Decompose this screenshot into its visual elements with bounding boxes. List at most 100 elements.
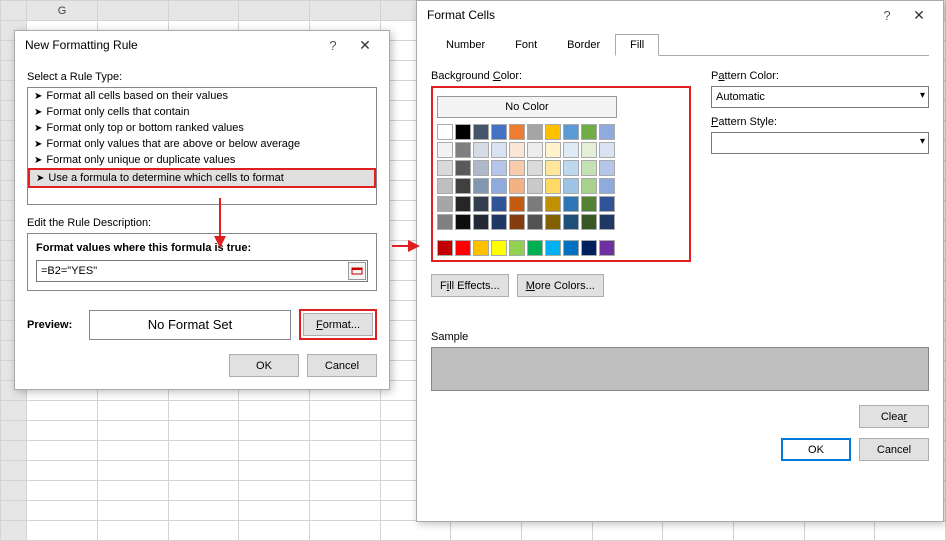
tab-number[interactable]: Number: [431, 34, 500, 56]
color-swatch[interactable]: [473, 142, 489, 158]
color-swatch[interactable]: [545, 240, 561, 256]
color-swatch[interactable]: [455, 124, 471, 140]
color-swatch[interactable]: [473, 240, 489, 256]
color-swatch[interactable]: [437, 160, 453, 176]
color-swatch[interactable]: [563, 160, 579, 176]
tab-border[interactable]: Border: [552, 34, 615, 56]
color-swatch[interactable]: [509, 214, 525, 230]
color-swatch[interactable]: [473, 196, 489, 212]
color-swatch[interactable]: [491, 124, 507, 140]
color-swatch[interactable]: [491, 196, 507, 212]
rule-type-item[interactable]: ➤Format only cells that contain: [28, 104, 376, 120]
color-swatch[interactable]: [563, 124, 579, 140]
color-swatch[interactable]: [599, 124, 615, 140]
format-button[interactable]: Format...: [303, 313, 373, 336]
color-swatch[interactable]: [455, 178, 471, 194]
color-swatch[interactable]: [509, 142, 525, 158]
color-swatch[interactable]: [581, 160, 597, 176]
pattern-color-select[interactable]: [711, 86, 929, 108]
color-swatch[interactable]: [455, 214, 471, 230]
rule-type-item[interactable]: ➤Format all cells based on their values: [28, 88, 376, 104]
rule-type-item[interactable]: ➤Format only unique or duplicate values: [28, 152, 376, 168]
color-swatch[interactable]: [563, 142, 579, 158]
help-button[interactable]: ?: [319, 38, 347, 53]
fill-effects-button[interactable]: Fill Effects...: [431, 274, 509, 297]
clear-button[interactable]: Clear: [859, 405, 929, 428]
color-swatch[interactable]: [527, 178, 543, 194]
color-swatch[interactable]: [599, 160, 615, 176]
cancel-button[interactable]: Cancel: [307, 354, 377, 377]
color-swatch[interactable]: [581, 124, 597, 140]
more-colors-button[interactable]: More Colors...: [517, 274, 604, 297]
color-swatch[interactable]: [527, 196, 543, 212]
rule-type-list[interactable]: ➤Format all cells based on their values …: [27, 87, 377, 205]
formula-input[interactable]: [36, 260, 368, 282]
color-swatch[interactable]: [599, 142, 615, 158]
color-swatch[interactable]: [599, 196, 615, 212]
color-swatch[interactable]: [491, 214, 507, 230]
color-swatch[interactable]: [545, 124, 561, 140]
color-swatch[interactable]: [455, 240, 471, 256]
color-swatch[interactable]: [563, 240, 579, 256]
color-swatch[interactable]: [509, 124, 525, 140]
color-swatch[interactable]: [581, 240, 597, 256]
color-swatch[interactable]: [437, 214, 453, 230]
ok-button[interactable]: OK: [229, 354, 299, 377]
color-swatch[interactable]: [581, 196, 597, 212]
color-swatch[interactable]: [581, 142, 597, 158]
color-swatch[interactable]: [473, 214, 489, 230]
color-swatch[interactable]: [437, 240, 453, 256]
rule-type-item[interactable]: ➤Format only values that are above or be…: [28, 136, 376, 152]
color-swatch[interactable]: [491, 178, 507, 194]
preview-box: No Format Set: [89, 310, 291, 340]
cancel-button[interactable]: Cancel: [859, 438, 929, 461]
color-swatch[interactable]: [491, 240, 507, 256]
color-swatch[interactable]: [599, 178, 615, 194]
range-selector-button[interactable]: [348, 262, 366, 280]
color-swatch[interactable]: [455, 160, 471, 176]
color-swatch[interactable]: [527, 124, 543, 140]
ok-button[interactable]: OK: [781, 438, 851, 461]
color-swatch[interactable]: [455, 196, 471, 212]
rule-type-item[interactable]: ➤Format only top or bottom ranked values: [28, 120, 376, 136]
color-swatch[interactable]: [491, 142, 507, 158]
color-swatch[interactable]: [545, 142, 561, 158]
color-swatch[interactable]: [545, 214, 561, 230]
no-color-button[interactable]: No Color: [437, 96, 617, 118]
color-swatch[interactable]: [545, 178, 561, 194]
color-swatch[interactable]: [437, 142, 453, 158]
color-swatch[interactable]: [563, 178, 579, 194]
color-swatch[interactable]: [581, 214, 597, 230]
color-swatch[interactable]: [545, 160, 561, 176]
color-swatch[interactable]: [527, 214, 543, 230]
color-swatch[interactable]: [473, 160, 489, 176]
color-swatch[interactable]: [599, 214, 615, 230]
color-swatch[interactable]: [563, 214, 579, 230]
tab-font[interactable]: Font: [500, 34, 552, 56]
color-swatch[interactable]: [473, 178, 489, 194]
color-swatch[interactable]: [455, 142, 471, 158]
color-swatch[interactable]: [545, 196, 561, 212]
color-swatch[interactable]: [509, 160, 525, 176]
color-swatch[interactable]: [437, 124, 453, 140]
close-button[interactable]: ✕: [901, 4, 937, 26]
color-swatch[interactable]: [527, 142, 543, 158]
color-swatch[interactable]: [509, 240, 525, 256]
color-swatch[interactable]: [599, 240, 615, 256]
color-swatch[interactable]: [437, 178, 453, 194]
color-swatch[interactable]: [473, 124, 489, 140]
color-swatch[interactable]: [527, 240, 543, 256]
help-button[interactable]: ?: [873, 8, 901, 23]
tab-fill[interactable]: Fill: [615, 34, 659, 56]
color-swatch[interactable]: [509, 196, 525, 212]
color-swatch[interactable]: [527, 160, 543, 176]
rule-type-item-formula[interactable]: ➤Use a formula to determine which cells …: [28, 168, 376, 188]
color-swatch[interactable]: [491, 160, 507, 176]
color-swatch[interactable]: [581, 178, 597, 194]
color-swatch[interactable]: [509, 178, 525, 194]
col-header[interactable]: G: [27, 1, 98, 21]
close-button[interactable]: ✕: [347, 34, 383, 56]
pattern-style-select[interactable]: [711, 132, 929, 154]
color-swatch[interactable]: [437, 196, 453, 212]
color-swatch[interactable]: [563, 196, 579, 212]
